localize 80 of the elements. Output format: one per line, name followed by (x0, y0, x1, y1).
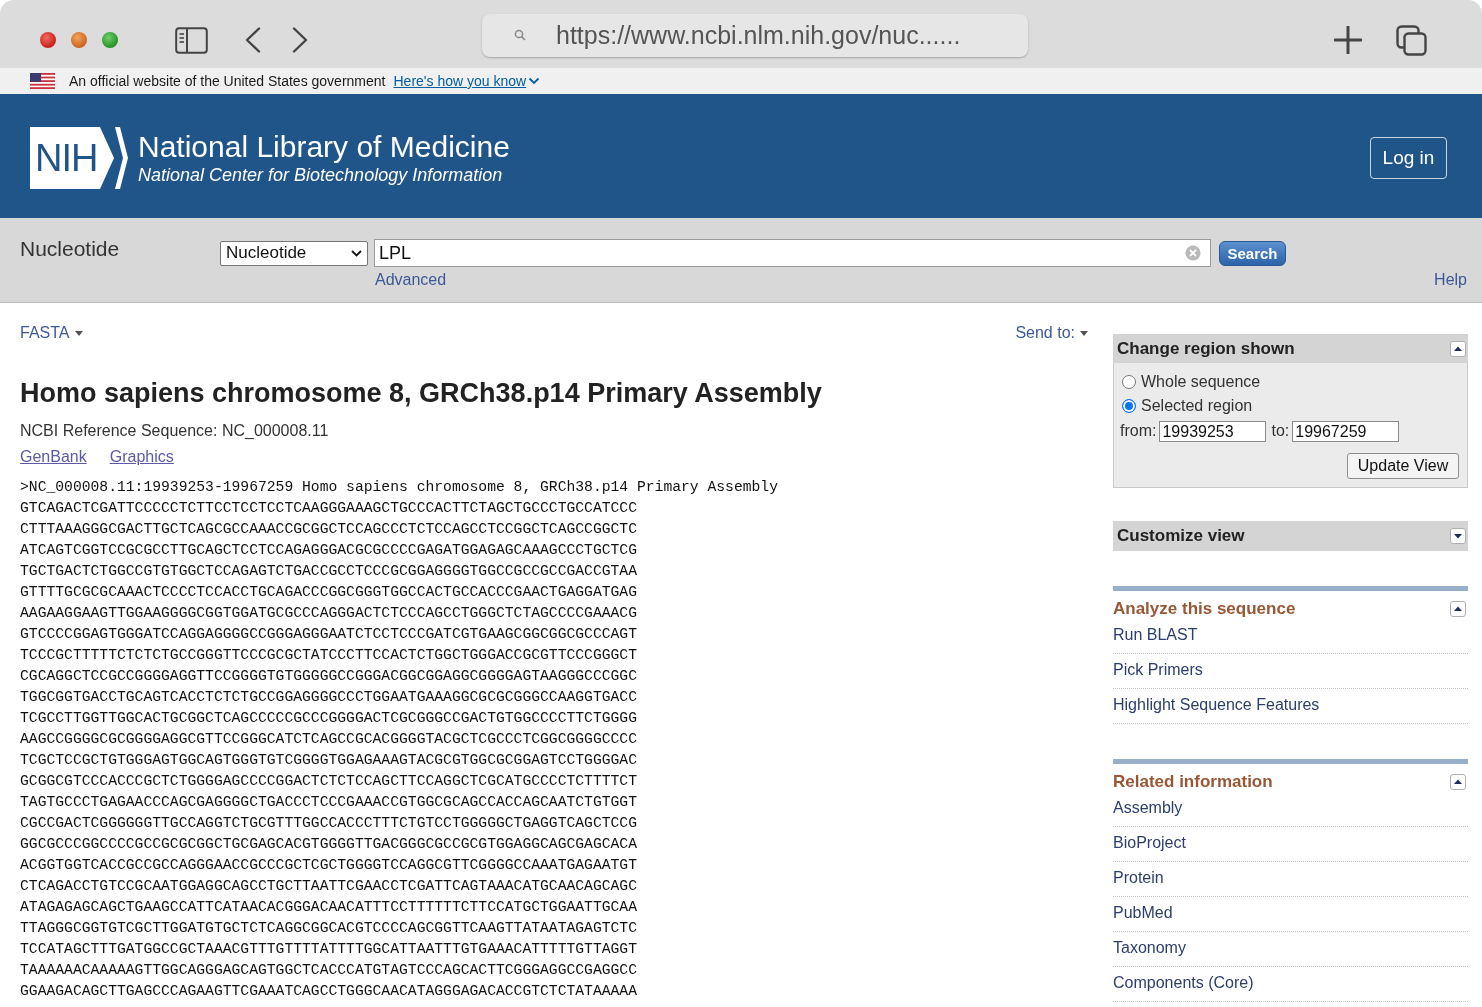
sidebar-link[interactable]: BioProject (1113, 834, 1186, 851)
fasta-header: >NC_000008.11:19939253-19967259 Homo sapiens chromosome 8, GRCh38.p14 Primary Assembly (20, 478, 778, 497)
sequence-line: AAGAAGGAAGTTGGAAGGGGCGGTGGATGCGCCCAGGGACTCTCCCAGCCTGGGCTCTAGCCCCGAAACG (20, 604, 637, 623)
sequence-line: TCGCCTTGGTTGGCACTGCGGCTCAGCCCCCGCCCGGGGACTCGCGGGCCGACTGTGGCCCCTTCTGGGG (20, 709, 637, 728)
sequence-line: TCCCGCTTTTTCTCTCTGCCGGGTTCCCGCGCTATCCCTTCCACTCTGGCTGGGACCGCGTTCCCGGGCT (20, 646, 637, 665)
page-title: Homo sapiens chromosome 8, GRCh38.p14 Primary Assembly (20, 377, 823, 409)
sequence-line: TAGTGCCCTGAGAACCCAGCGAGGGGCTGACCCTCCCGAAACCGTGGCGCAGCCACCAGCAATCTGTGGT (20, 793, 637, 812)
maximize-window-icon[interactable] (102, 32, 118, 48)
database-label: Nucleotide (20, 239, 121, 259)
site-title[interactable]: National Library of Medicine (138, 130, 510, 164)
sidebar-link[interactable]: Pick Primers (1113, 661, 1203, 678)
sequence-line: GCGGCGTCCCACCCGCTCTGGGGAGCCCCGGACTCTCTCCAGCTTCCAGGCTCGCATGCCCCTCTTTTCT (20, 772, 637, 791)
caret-icon (1080, 330, 1088, 336)
view-link[interactable]: GenBank (20, 447, 87, 467)
back-icon[interactable] (245, 27, 261, 53)
sequence-line: GTCAGACTCGATTCCCCCTCTTCCTCCTCCTCAAGGGAAAGCTGCCCACTTCTAGCTGCCCTGCCATCCC (20, 499, 637, 518)
sequence-line: CTTTAAAGGGCGACTTGCTCAGCGCCAAACCGCGGCTCCAGCCCTCTCCAGCCTCCGGCTCAGCCGGCTC (20, 520, 637, 539)
radio-label[interactable]: Whole sequence (1141, 373, 1261, 391)
sequence-line: ACGGTGGTCACCGCCGCCAGGGAACCGCCCGCTCGCTGGGGTCCAGGCGTTCGGGGCCAAATGAGAATGT (20, 856, 637, 875)
sidebar-link[interactable]: Highlight Sequence Features (1113, 696, 1320, 713)
sequence-line: TCGCTCCGCTGTGGGAGTGGCAGTGGGTGTCGGGGTGGAGAAAGTACGCGTGGCGCGGAGTCCTGGGGAC (20, 751, 637, 770)
sequence-line: ATAGAGAGCAGCTGAAGCCATTCATAACACGGGACAACATTTCCTTTTTTCTTCCATGCTGGAATTGCAA (20, 898, 637, 917)
sequence-line: GGAAGACAGCTTGAGCCCAGAAGTTCGAAATCAGCCTGGGCAACATAGGGAGACACCGTCTCTATAAAAA (20, 982, 637, 1001)
section-title: Related information (1113, 772, 1273, 792)
close-window-icon[interactable] (40, 32, 56, 48)
sequence-line: TGCTGACTCTGGCCGTGTGGCTCCAGAGTCTGACCGCCTCCCGCGGAGGGGTGGCCGCCGCCGACCGTAA (20, 562, 637, 581)
sidebar-link[interactable]: Taxonomy (1113, 939, 1186, 956)
radio-label[interactable]: Selected region (1141, 397, 1253, 415)
database-select[interactable]: Nucleotide (220, 240, 368, 266)
chevron-down-icon (351, 249, 362, 257)
gov-banner-text: An official website of the United States government (69, 73, 386, 89)
sequence-line: TGGCGGTGACCTGCAGTCACCTCTCTGCCGGAGGGGCCCTGGAATGAAAGGCGCGCGGGCCAAGGTGACC (20, 688, 637, 707)
view-link[interactable]: Graphics (109, 447, 174, 467)
sequence-line: GTCCCCGGAGTGGGATCCAGGAGGGGCCGGGAGGGAATCTCCTCCCGATCGTGAAGCGGCGGCGCCCAGT (20, 625, 637, 644)
search-field[interactable]: LPL (374, 239, 1211, 267)
update-view-button[interactable]: Update View (1347, 453, 1459, 479)
to-field[interactable]: 19967259 (1292, 420, 1400, 442)
sidebar-link[interactable]: Run BLAST (1113, 626, 1198, 643)
format-menu[interactable]: FASTA (20, 324, 83, 342)
radio-button[interactable] (1122, 375, 1136, 389)
to-label: to: (1271, 422, 1290, 440)
advanced-link[interactable]: Advanced (375, 271, 447, 289)
sequence-line: TAAAAAACAAAAAGTTGGCAGGGAGCAGTGGCTCACCCATGTAGTCCCAGCACTTCGGGAGGCCGAGGCC (20, 961, 637, 980)
us-flag-icon (30, 73, 55, 89)
from-field[interactable]: 19939253 (1159, 420, 1267, 442)
chevron-icon (115, 127, 128, 189)
tabs-icon[interactable] (1396, 24, 1427, 56)
search-icon (514, 29, 526, 41)
forward-icon[interactable] (292, 27, 308, 53)
help-link[interactable]: Help (1434, 271, 1467, 289)
from-label: from: (1120, 422, 1157, 440)
sequence-line: CGCCGACTCGGGGGGTTGCCAGGTCTGCGTTTGGCCACCCTTTCTGTCCTGGGGGCTGAGGTCAGCTCCG (20, 814, 637, 833)
chevron-down-icon (528, 77, 541, 85)
how-you-know-link[interactable]: Here's how you know (393, 73, 541, 89)
reference-text: NCBI Reference Sequence: NC_000008.11 (20, 421, 330, 441)
send-to-menu[interactable]: Send to: (1015, 324, 1088, 342)
section-title: Analyze this sequence (1113, 599, 1296, 619)
panel-title: Change region shown (1117, 338, 1295, 359)
minimize-window-icon[interactable] (71, 32, 87, 48)
sequence-line: TCCATAGCTTTGATGGCCGCTAAACGTTTGTTTTATTTTGGCATTAATTTGTGAAACATTTTTGTTAGGT (20, 940, 637, 959)
site-subtitle: National Center for Biotechnology Information (138, 164, 504, 186)
address-bar[interactable]: https://www.ncbi.nlm.nih.gov/nuc...... (482, 13, 1028, 57)
sequence-line: TTAGGGCGGTGTCGCTTGGATGTGCTCTCAGGCGGCACGTCCCCAGCGGTTCAAGTTATAATAGAGTCTC (20, 919, 637, 938)
sequence-line: CTCAGACCTGTCCGCAATGGAGGCAGCCTGCTTAATTCGAACCTCGATTCAGTAAACATGCAACAGCAGC (20, 877, 637, 896)
sidebar-link[interactable]: PubMed (1113, 904, 1173, 921)
radio-button[interactable] (1122, 399, 1136, 413)
sidebar-link[interactable]: Assembly (1113, 799, 1183, 816)
sequence-line: AAGCCGGGGCGCGGGGAGGCGTTCCGGGCATCTCAGCCGCACGGGGTACGCTCGCCCTCGGCGGGGCCCC (20, 730, 637, 749)
login-button[interactable]: Log in (1370, 137, 1447, 179)
panel-title: Customize view (1117, 526, 1245, 546)
sequence-line: ATCAGTCGGTCCGCGCCTTGCAGCTCCTCCAGAGGGACGCGCCCCGAGATGGAGAGCAAAGCCCTGCTCG (20, 541, 637, 560)
sequence-line: GGCGCCCGGCCCCGCCGCGCGGCTGCGAGCACGTGGGGTTGACGGGCGCCGCGTGGAGGCAGCGAGCACA (20, 835, 637, 854)
sidebar-link[interactable]: Components (Core) (1113, 974, 1254, 991)
sidebar-link[interactable]: Protein (1113, 869, 1164, 886)
sequence-line: GTTTTGCGCGCAAACTCCCCTCCACCTGCAGACCCGGCGGGTGGCCACTGCCACCCGAACTGAGGATGAG (20, 583, 637, 602)
sequence-line: CGCAGGCTCCGCCGGGGAGGTTCCGGGGTGTGGGGGCCGGGACGGCGGAGGCGGGGAGTAAGGGCCCGGC (20, 667, 637, 686)
search-button[interactable]: Search (1219, 240, 1286, 266)
sidebar-icon[interactable] (175, 26, 208, 54)
plus-icon[interactable] (1334, 26, 1362, 54)
caret-icon (74, 330, 83, 336)
